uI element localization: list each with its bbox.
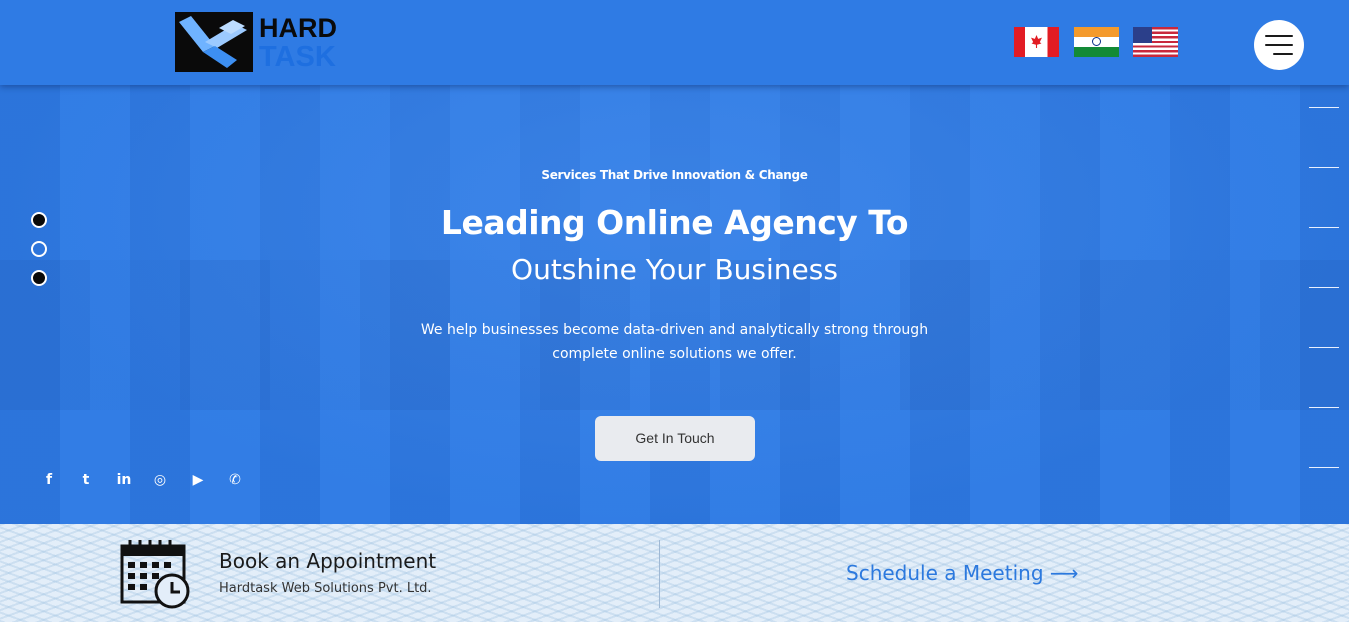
appointment-title: Book an Appointment: [219, 549, 437, 573]
twitter-icon[interactable]: t: [77, 470, 95, 490]
youtube-icon[interactable]: ▶: [189, 470, 207, 490]
top-header: HARD TASK: [0, 0, 1349, 85]
linkedin-icon[interactable]: in: [114, 470, 134, 490]
facebook-icon[interactable]: f: [40, 470, 58, 490]
india-flag-icon[interactable]: [1074, 27, 1119, 57]
band-divider: [659, 540, 660, 608]
calendar-clock-icon: [120, 540, 192, 616]
logo-text-task: TASK: [259, 41, 336, 73]
logo-text-hard: HARD: [259, 13, 337, 43]
hamburger-menu-icon[interactable]: [1254, 20, 1304, 70]
usa-flag-icon[interactable]: [1133, 27, 1178, 57]
hardtask-logo[interactable]: HARD TASK: [175, 12, 337, 73]
hero-eyebrow: Services That Drive Innovation & Change: [541, 168, 808, 182]
hero-description: We help businesses become data-driven an…: [420, 322, 929, 362]
whatsapp-icon[interactable]: ✆: [226, 470, 244, 490]
instagram-icon[interactable]: ◎: [151, 470, 169, 490]
hero-subhead: Outshine Your Business: [511, 253, 838, 286]
logo-mark: [175, 12, 253, 72]
hero-headline: Leading Online Agency To: [440, 203, 909, 242]
get-in-touch-button[interactable]: Get In Touch: [595, 416, 755, 461]
schedule-meeting-link[interactable]: Schedule a Meeting ⟶: [846, 561, 1079, 585]
appointment-company: Hardtask Web Solutions Pvt. Ltd.: [219, 581, 432, 596]
appointment-band: [0, 524, 1349, 622]
canada-flag-icon[interactable]: [1014, 27, 1059, 57]
